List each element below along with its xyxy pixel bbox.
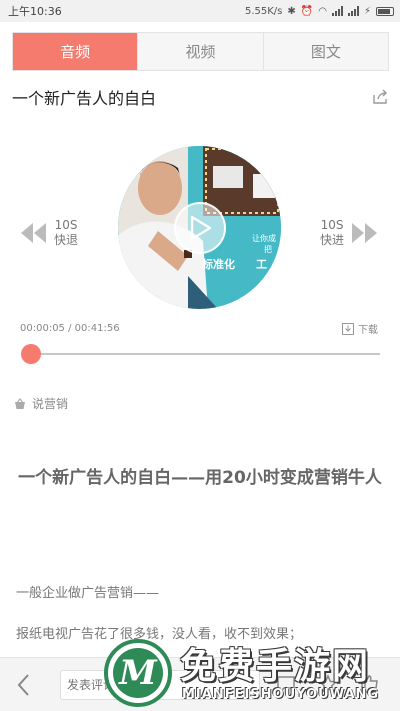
article-paragraph: 一般企业做广告营销——: [16, 586, 160, 601]
page-title: 一个新广告人的自白: [12, 89, 157, 108]
progress-thumb[interactable]: [20, 344, 41, 364]
cover-caption: 标准化: [202, 258, 235, 271]
share-icon[interactable]: [371, 88, 389, 106]
back-icon[interactable]: [14, 673, 34, 697]
rewind-amount: 10S: [54, 218, 78, 232]
category-tag[interactable]: 说营销: [14, 395, 68, 412]
progress-track[interactable]: [30, 353, 380, 355]
alarm-icon: ⏰: [300, 5, 314, 17]
rewind-label: 快退: [54, 233, 79, 247]
network-speed: 5.55K/s: [244, 5, 283, 17]
charging-icon: ⚡: [363, 5, 371, 17]
status-bar: 上午10:36 5.55K/s ✱ ⏰ ◠ ⚡: [0, 0, 400, 22]
tab-audio[interactable]: 音频: [13, 33, 139, 70]
play-icon: [190, 215, 212, 241]
forward-button[interactable]: 10S 快进: [320, 218, 378, 248]
cover-caption-4: 把: [264, 245, 272, 254]
watermark-logo-letter: M: [113, 648, 163, 698]
download-icon: [342, 322, 354, 335]
media-tabs: 音频 视频 图文: [12, 32, 389, 71]
site-watermark: M 免费手游网 MIANFEISHOUYOUWANG: [100, 635, 400, 711]
signal-icon-2: [347, 6, 359, 16]
forward-amount: 10S: [320, 218, 344, 232]
wifi-icon: ◠: [318, 5, 327, 17]
fast-forward-icon: [352, 223, 378, 243]
forward-label: 快进: [320, 233, 345, 247]
cover-caption-2: 工: [256, 258, 267, 271]
bluetooth-icon: ✱: [287, 5, 296, 17]
watermark-title: 免费手游网: [180, 646, 371, 687]
signal-icon: [331, 6, 343, 16]
article-title: 一个新广告人的自白——用20小时变成营销牛人: [18, 468, 382, 488]
download-label: 下载: [358, 325, 378, 336]
battery-icon: [376, 6, 394, 16]
basket-icon: [15, 397, 25, 409]
play-button[interactable]: [174, 202, 226, 254]
watermark-logo: M: [104, 639, 172, 707]
rewind-button[interactable]: 10S 快退: [20, 218, 78, 248]
download-button[interactable]: 下载: [342, 321, 378, 336]
tab-article[interactable]: 图文: [264, 33, 388, 70]
rewind-icon: [21, 223, 46, 243]
audio-player: 10S 快退 标准化 工 让你成 把 10S 快进: [0, 140, 400, 310]
cover-caption-3: 让你成: [252, 234, 276, 243]
category-label: 说营销: [32, 397, 69, 411]
status-time: 上午10:36: [8, 5, 62, 18]
playback-time: 00:00:05 / 00:41:56: [20, 323, 120, 334]
watermark-subtitle: MIANFEISHOUYOUWANG: [182, 687, 380, 702]
tab-video[interactable]: 视频: [138, 33, 264, 70]
